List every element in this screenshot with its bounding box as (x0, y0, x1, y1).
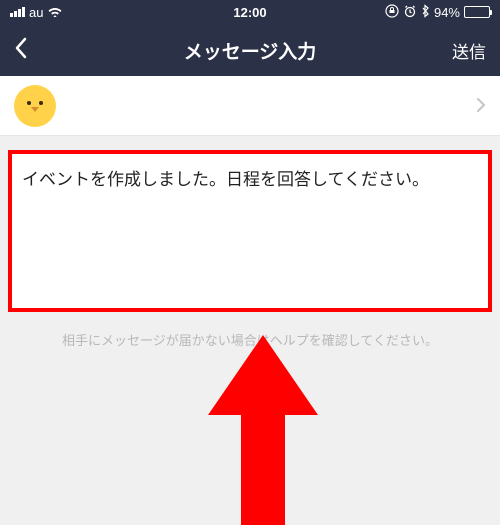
nav-bar: メッセージ入力 送信 (0, 24, 500, 76)
battery-icon (464, 6, 490, 18)
carrier-label: au (29, 5, 43, 20)
send-button[interactable]: 送信 (436, 38, 486, 63)
status-right: 94% (385, 4, 490, 21)
status-time: 12:00 (233, 5, 266, 20)
avatar (14, 85, 56, 127)
message-text: イベントを作成しました。日程を回答してください。 (22, 170, 429, 189)
status-bar: au 12:00 94% (0, 0, 500, 24)
message-section: イベントを作成しました。日程を回答してください。 相手にメッセージが届かない場合… (8, 150, 492, 349)
message-input[interactable]: イベントを作成しました。日程を回答してください。 (8, 150, 492, 312)
page-title: メッセージ入力 (64, 37, 436, 64)
back-button[interactable] (14, 35, 64, 66)
alarm-icon (403, 4, 417, 21)
section-gap (0, 136, 500, 150)
help-text: 相手にメッセージが届かない場合はヘルプを確認してください。 (8, 330, 492, 349)
orientation-lock-icon (385, 4, 399, 21)
status-left: au (10, 4, 63, 20)
recipient-row[interactable] (0, 76, 500, 136)
annotation-arrow-icon (203, 335, 323, 525)
chevron-right-icon (476, 93, 486, 119)
bluetooth-icon (421, 4, 430, 21)
signal-icon (10, 7, 25, 17)
battery-pct: 94% (434, 5, 460, 20)
wifi-icon (47, 4, 63, 20)
